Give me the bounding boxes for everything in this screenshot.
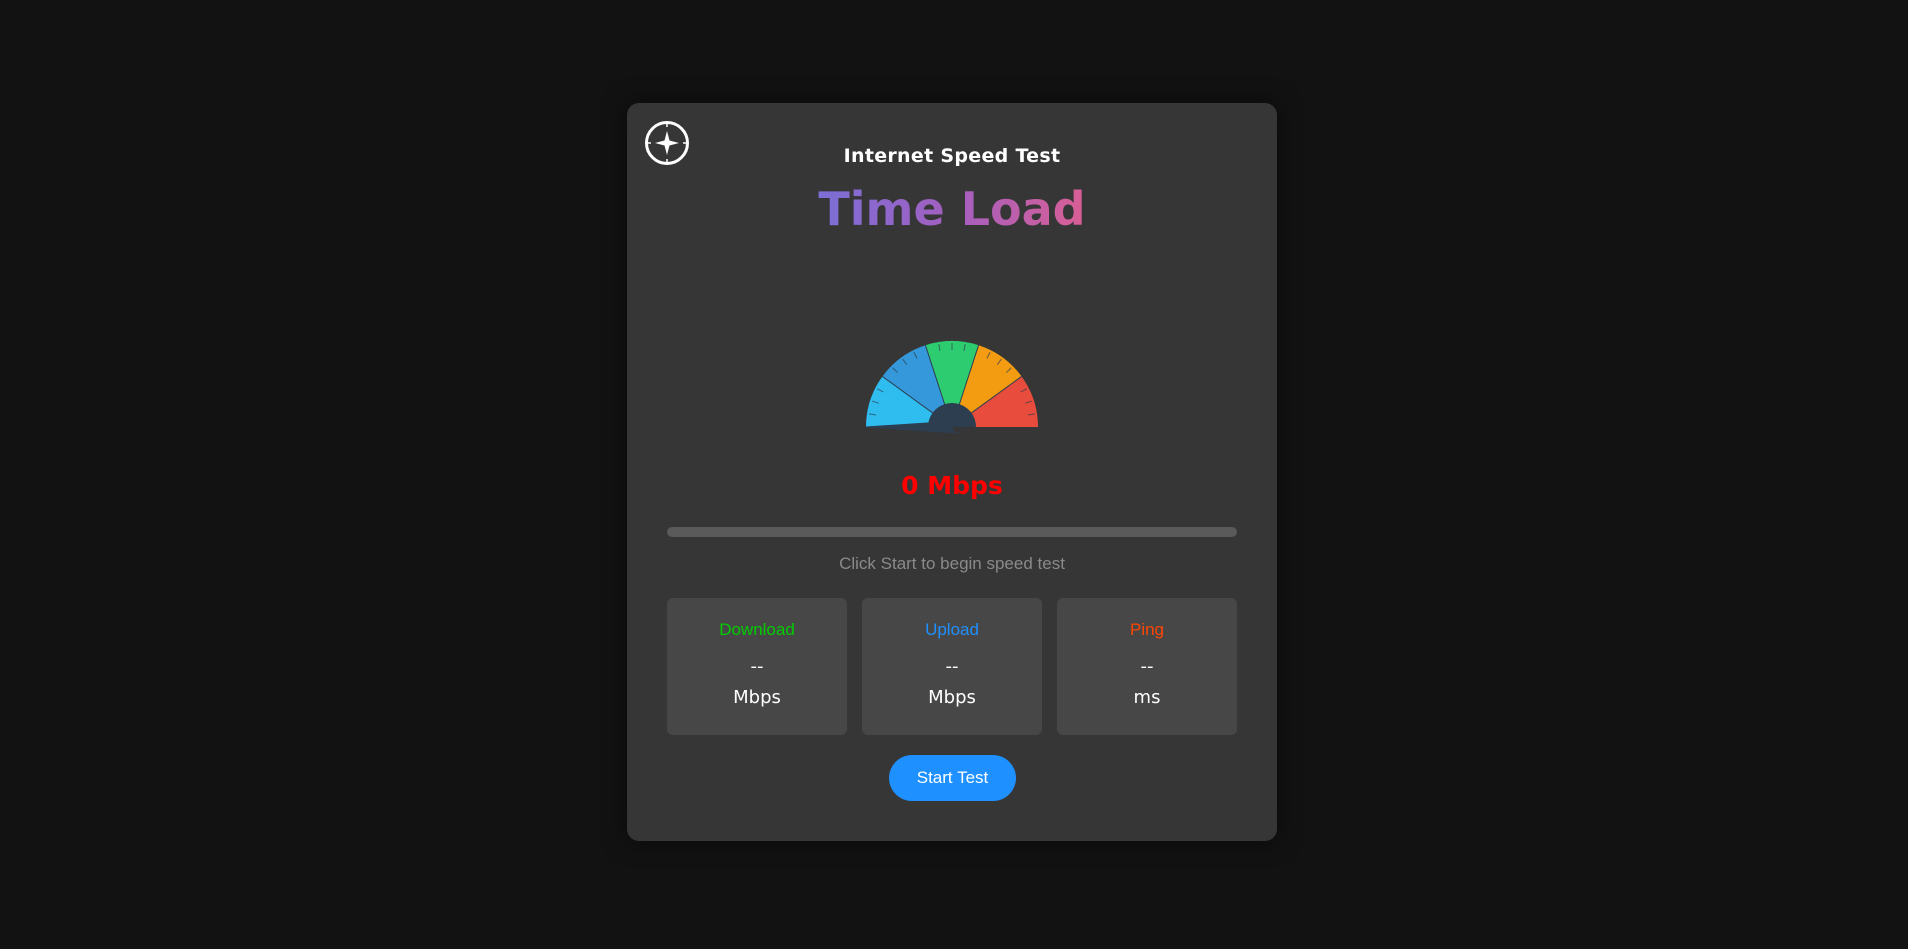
download-stat-card: Download -- Mbps xyxy=(667,598,847,735)
upload-label: Upload xyxy=(925,620,979,639)
progress-bar xyxy=(667,527,1237,537)
start-test-button[interactable]: Start Test xyxy=(889,755,1016,801)
download-value: -- xyxy=(750,656,764,677)
speed-gauge xyxy=(865,341,1038,434)
brand-title: Time Load xyxy=(627,181,1277,237)
download-unit: Mbps xyxy=(733,687,781,708)
status-text: Click Start to begin speed test xyxy=(839,554,1065,573)
brand-title-text: Time Load xyxy=(818,182,1086,236)
upload-stat-card: Upload -- Mbps xyxy=(862,598,1042,735)
app-subtitle: Internet Speed Test xyxy=(843,145,1061,167)
current-speed: 0 Mbps xyxy=(901,471,1003,500)
ping-value: -- xyxy=(1140,656,1154,677)
speed-test-card: Internet Speed Test Time Load 0 Mbps Cli… xyxy=(627,103,1277,841)
ping-stat-card: Ping -- ms xyxy=(1057,598,1237,735)
download-label: Download xyxy=(719,620,795,639)
ping-label: Ping xyxy=(1129,620,1165,639)
upload-unit: Mbps xyxy=(928,687,976,708)
upload-value: -- xyxy=(945,656,959,677)
ping-unit: ms xyxy=(1133,687,1161,708)
